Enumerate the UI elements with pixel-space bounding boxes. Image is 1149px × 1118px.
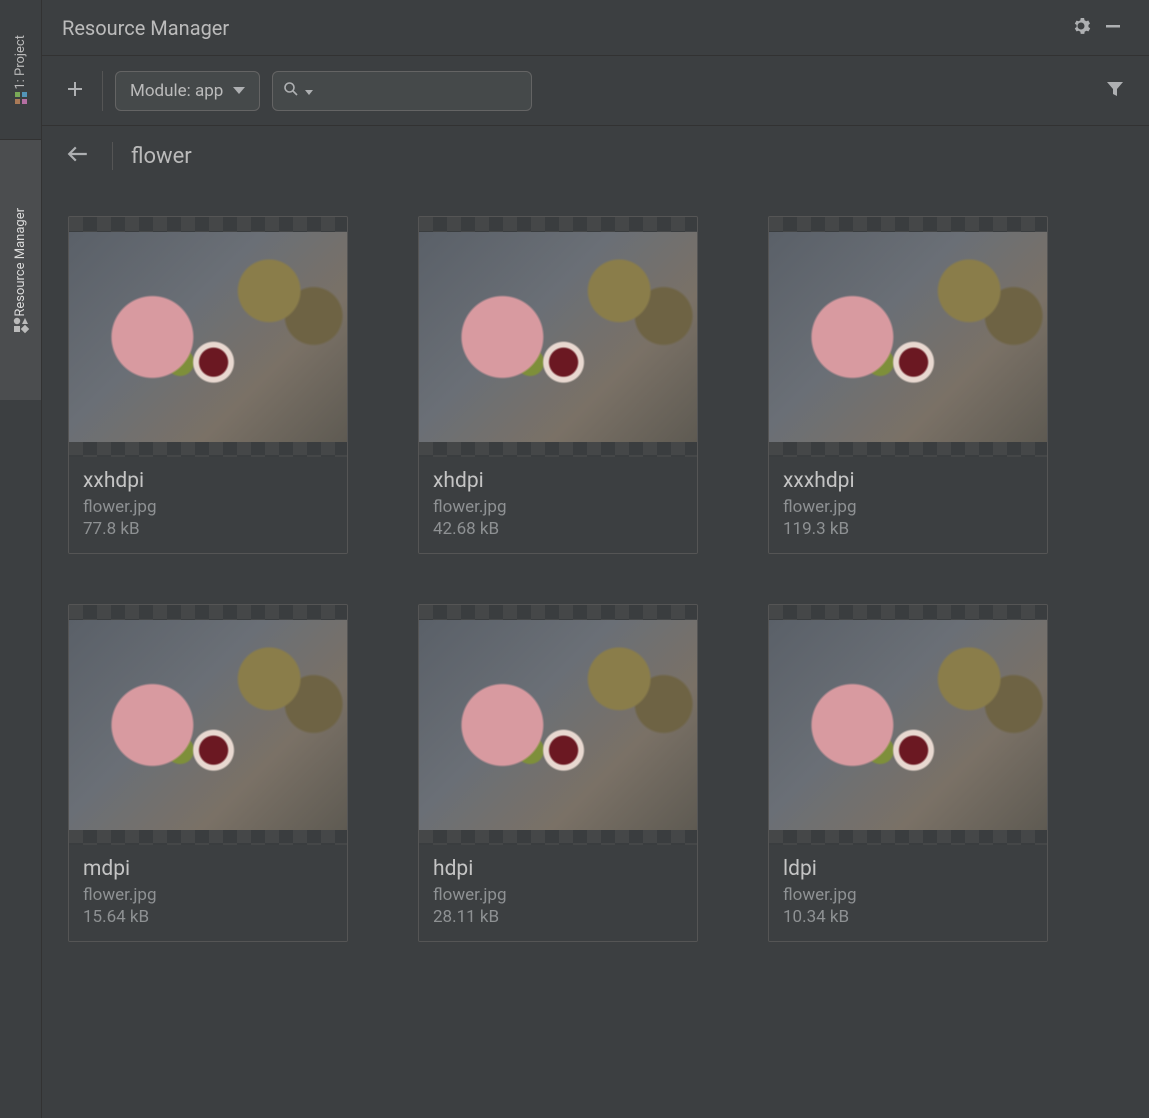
card-meta: hdpi flower.jpg 28.11 kB: [419, 845, 697, 941]
card-density: xxxhdpi: [783, 469, 1033, 493]
left-rail-resource-manager-label: Resource Manager: [13, 208, 28, 317]
plus-icon: [67, 78, 83, 103]
gear-icon: [1071, 16, 1091, 40]
main-panel: Resource Manager Module: app: [42, 0, 1149, 1118]
search-icon: [283, 81, 299, 101]
breadcrumb: flower: [42, 126, 1149, 186]
chevron-down-icon: [233, 87, 245, 95]
card-thumbnail: [769, 605, 1047, 845]
breadcrumb-divider: [112, 142, 113, 170]
resource-card[interactable]: xhdpi flower.jpg 42.68 kB: [418, 216, 698, 554]
card-meta: mdpi flower.jpg 15.64 kB: [69, 845, 347, 941]
card-filename: flower.jpg: [783, 885, 1033, 905]
image-placeholder: [419, 232, 697, 442]
card-filesize: 15.64 kB: [83, 907, 333, 927]
resource-card[interactable]: ldpi flower.jpg 10.34 kB: [768, 604, 1048, 942]
card-meta: xxxhdpi flower.jpg 119.3 kB: [769, 457, 1047, 553]
card-density: ldpi: [783, 857, 1033, 881]
card-filesize: 119.3 kB: [783, 519, 1033, 539]
card-density: xxhdpi: [83, 469, 333, 493]
search-input[interactable]: [319, 82, 521, 100]
project-icon: [13, 90, 29, 106]
card-thumbnail: [419, 605, 697, 845]
card-meta: xhdpi flower.jpg 42.68 kB: [419, 457, 697, 553]
card-meta: xxhdpi flower.jpg 77.8 kB: [69, 457, 347, 553]
toolbar: Module: app: [42, 56, 1149, 126]
left-rail-project-label: 1: Project: [13, 35, 28, 90]
arrow-left-icon: [67, 145, 89, 167]
card-filename: flower.jpg: [783, 497, 1033, 517]
panel-title: Resource Manager: [62, 16, 1065, 40]
card-meta: ldpi flower.jpg 10.34 kB: [769, 845, 1047, 941]
card-density: xhdpi: [433, 469, 683, 493]
module-dropdown[interactable]: Module: app: [115, 71, 260, 111]
image-placeholder: [69, 620, 347, 830]
card-density: hdpi: [433, 857, 683, 881]
card-filesize: 42.68 kB: [433, 519, 683, 539]
search-dropdown-chevron-icon: [305, 81, 313, 100]
titlebar: Resource Manager: [42, 0, 1149, 56]
back-button[interactable]: [62, 140, 94, 172]
resource-card[interactable]: xxhdpi flower.jpg 77.8 kB: [68, 216, 348, 554]
card-density: mdpi: [83, 857, 333, 881]
card-filesize: 77.8 kB: [83, 519, 333, 539]
card-filesize: 28.11 kB: [433, 907, 683, 927]
add-button[interactable]: [60, 76, 90, 106]
image-placeholder: [769, 232, 1047, 442]
settings-button[interactable]: [1065, 12, 1097, 44]
breadcrumb-current: flower: [131, 144, 192, 169]
resource-card[interactable]: hdpi flower.jpg 28.11 kB: [418, 604, 698, 942]
card-thumbnail: [769, 217, 1047, 457]
card-filename: flower.jpg: [433, 497, 683, 517]
minimize-icon: [1103, 16, 1123, 40]
card-thumbnail: [69, 605, 347, 845]
module-dropdown-label: Module: app: [130, 81, 223, 101]
card-filename: flower.jpg: [83, 885, 333, 905]
search-field[interactable]: [272, 71, 532, 111]
left-rail: 1: Project Resource Manager: [0, 0, 42, 1118]
resource-manager-icon: [12, 316, 30, 334]
card-filename: flower.jpg: [83, 497, 333, 517]
image-placeholder: [419, 620, 697, 830]
minimize-button[interactable]: [1097, 12, 1129, 44]
filter-button[interactable]: [1099, 75, 1131, 107]
resource-card[interactable]: mdpi flower.jpg 15.64 kB: [68, 604, 348, 942]
card-filename: flower.jpg: [433, 885, 683, 905]
left-rail-project[interactable]: 1: Project: [0, 0, 41, 140]
filter-icon: [1106, 80, 1124, 102]
card-filesize: 10.34 kB: [783, 907, 1033, 927]
left-rail-resource-manager[interactable]: Resource Manager: [0, 140, 41, 400]
image-placeholder: [769, 620, 1047, 830]
card-thumbnail: [419, 217, 697, 457]
toolbar-divider: [102, 71, 103, 111]
card-thumbnail: [69, 217, 347, 457]
resource-card[interactable]: xxxhdpi flower.jpg 119.3 kB: [768, 216, 1048, 554]
resource-grid: xxhdpi flower.jpg 77.8 kB xhdpi flower.j…: [42, 186, 1149, 972]
image-placeholder: [69, 232, 347, 442]
